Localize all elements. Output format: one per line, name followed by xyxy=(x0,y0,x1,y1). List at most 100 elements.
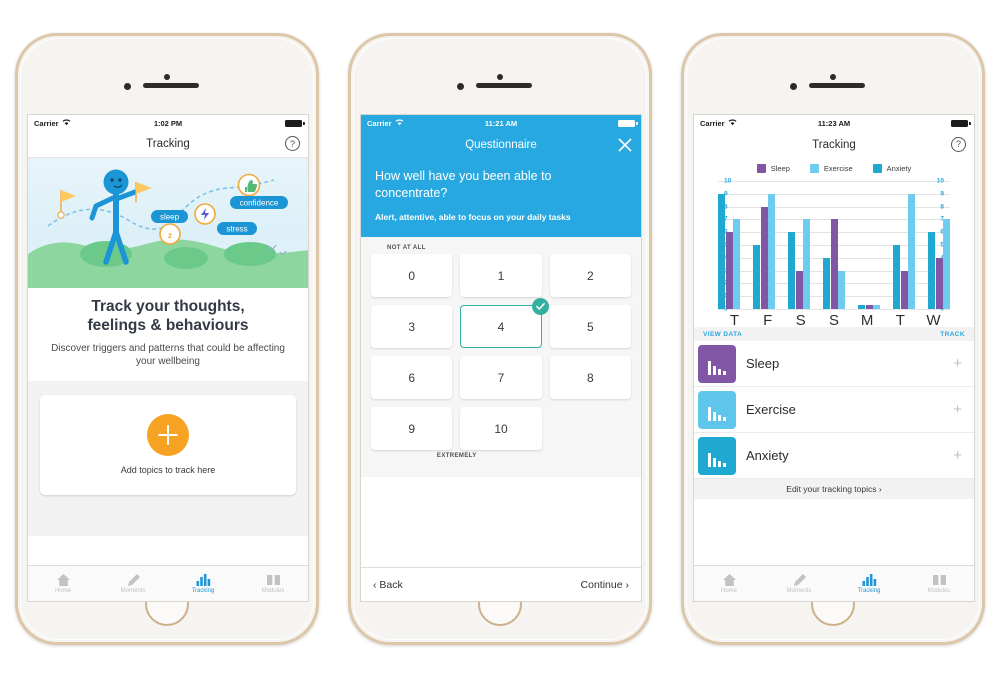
tracking-chart: 001122334455667788991010 T F S S M T W xyxy=(696,177,972,329)
tab-home[interactable]: Home xyxy=(694,566,764,601)
back-button[interactable]: ‹ Back xyxy=(373,579,403,591)
day-label-1: F xyxy=(763,312,773,329)
scale-option-8[interactable]: 8 xyxy=(549,356,631,400)
scale-option-5[interactable]: 5 xyxy=(549,305,631,349)
bar-exercise-5 xyxy=(908,193,915,309)
book-icon xyxy=(932,573,947,587)
scale-option-0[interactable]: 0 xyxy=(371,254,453,298)
day-label-6: W xyxy=(926,312,941,329)
track-label[interactable]: TRACK xyxy=(940,331,965,338)
hero-illustration: z sleep stress confidence xyxy=(28,158,308,288)
bar-anxiety-0 xyxy=(718,193,725,309)
scale-option-1[interactable]: 1 xyxy=(460,254,542,298)
topic-list: Sleep + Exercise + Anxiety + xyxy=(694,341,974,479)
scale-bottom-caption: EXTREMELY xyxy=(436,453,477,460)
add-track-icon[interactable]: + xyxy=(953,401,974,418)
bar-group-2 xyxy=(788,181,810,309)
help-icon[interactable]: ? xyxy=(951,136,966,152)
icon-bar xyxy=(712,411,717,421)
front-camera-icon xyxy=(497,74,503,80)
clock-label: 11:21 AM xyxy=(484,118,518,128)
topic-row[interactable]: Anxiety + xyxy=(694,433,974,479)
chart-legend: Sleep Exercise Anxiety xyxy=(694,158,974,177)
earpiece-speaker xyxy=(809,83,865,88)
add-track-icon[interactable]: + xyxy=(953,447,974,464)
scale-top-caption: NOT AT ALL xyxy=(387,245,426,252)
scale-option-9[interactable]: 9 xyxy=(371,407,453,451)
tab-modules[interactable]: Modules xyxy=(904,566,974,601)
scale-option-7[interactable]: 7 xyxy=(460,356,542,400)
illus-label-stress: stress xyxy=(226,225,247,234)
phone-screen-2: Carrier 11:21 AM Questionnaire How well … xyxy=(360,114,642,602)
clock-label: 1:02 PM xyxy=(153,118,183,128)
svg-text:z: z xyxy=(168,231,172,240)
legend-swatch-anxiety xyxy=(872,164,882,173)
tab-moments[interactable]: Moments xyxy=(764,566,834,601)
scale-option-4-selected[interactable]: 4 xyxy=(460,298,549,349)
plus-icon[interactable] xyxy=(147,414,189,457)
bar-chart-icon[interactable] xyxy=(698,436,736,475)
bar-anxiety-2 xyxy=(788,232,795,309)
scale-area: NOT AT ALL 0 1 2 3 4 5 6 7 8 9 10 EXTREM… xyxy=(361,237,641,478)
tab-tracking[interactable]: Tracking xyxy=(834,566,904,601)
bar-group-4 xyxy=(858,181,880,309)
nav-bar: Questionnaire xyxy=(361,131,641,158)
tab-home-label: Home xyxy=(720,588,737,594)
scale-option-6[interactable]: 6 xyxy=(371,356,453,400)
icon-bar xyxy=(707,360,712,375)
bar-chart-icon[interactable] xyxy=(698,344,736,383)
phone-device-2: Carrier 11:21 AM Questionnaire How well … xyxy=(348,33,652,645)
continue-button[interactable]: Continue › xyxy=(581,579,629,591)
battery-icon xyxy=(951,119,971,127)
tab-modules[interactable]: Modules xyxy=(238,566,308,601)
question-block: How well have you been able to concentra… xyxy=(361,158,641,237)
bar-group-3 xyxy=(823,181,845,309)
page-title: Tracking xyxy=(146,138,190,150)
phone-screen-1: Carrier 1:02 PM Tracking ? z sleep stres… xyxy=(27,114,309,602)
tab-moments-label: Moments xyxy=(120,588,146,594)
help-icon[interactable]: ? xyxy=(285,136,300,151)
bar-chart-icon xyxy=(196,573,211,587)
legend-label-sleep: Sleep xyxy=(770,164,790,173)
topic-row[interactable]: Sleep + xyxy=(694,341,974,387)
tab-home[interactable]: Home xyxy=(28,566,98,601)
legend-item-sleep: Sleep xyxy=(756,164,790,173)
edit-topics-link[interactable]: Edit your tracking topics › xyxy=(694,479,974,499)
tab-tracking-label: Tracking xyxy=(191,588,215,594)
bar-exercise-4 xyxy=(873,305,880,309)
tab-modules-label: Modules xyxy=(927,588,951,594)
view-data-label[interactable]: VIEW DATA xyxy=(703,331,742,338)
tab-bar-3: Home Moments Tracking Modules xyxy=(694,565,974,601)
chart-day-labels: TFSSMTW xyxy=(718,312,950,329)
home-icon xyxy=(56,573,71,587)
hero-subtitle: Discover triggers and patterns that coul… xyxy=(51,342,285,368)
scale-option-4-label: 4 xyxy=(497,319,505,334)
bar-exercise-3 xyxy=(838,270,845,309)
tab-tracking[interactable]: Tracking xyxy=(168,566,238,601)
scale-option-3[interactable]: 3 xyxy=(371,305,453,349)
legend-item-anxiety: Anxiety xyxy=(872,164,911,173)
scale-grid-spacer xyxy=(550,407,631,450)
add-track-icon[interactable]: + xyxy=(953,355,974,372)
hero-title-line2: feelings & behaviours xyxy=(87,316,249,334)
tab-moments[interactable]: Moments xyxy=(98,566,168,601)
hero-text: Track your thoughts, feelings & behaviou… xyxy=(28,288,308,369)
section-header: VIEW DATA TRACK xyxy=(694,327,974,341)
topic-row[interactable]: Exercise + xyxy=(694,387,974,433)
icon-bar xyxy=(707,452,712,467)
bar-chart-icon[interactable] xyxy=(698,390,736,429)
day-label-3: S xyxy=(828,312,839,329)
front-camera-icon xyxy=(830,74,836,80)
tab-moments-label: Moments xyxy=(786,588,812,594)
pencil-icon xyxy=(792,573,807,587)
bar-group-6 xyxy=(928,181,950,309)
topic-label: Anxiety xyxy=(746,448,789,463)
add-topic-card[interactable]: Add topics to track here xyxy=(40,394,296,495)
pencil-icon xyxy=(126,573,141,587)
close-icon[interactable] xyxy=(618,137,632,152)
add-topic-section: Add topics to track here xyxy=(28,380,308,536)
scale-option-10[interactable]: 10 xyxy=(460,407,542,451)
scale-option-2[interactable]: 2 xyxy=(549,254,631,298)
bar-exercise-1 xyxy=(768,193,775,309)
tab-home-label: Home xyxy=(54,588,71,594)
